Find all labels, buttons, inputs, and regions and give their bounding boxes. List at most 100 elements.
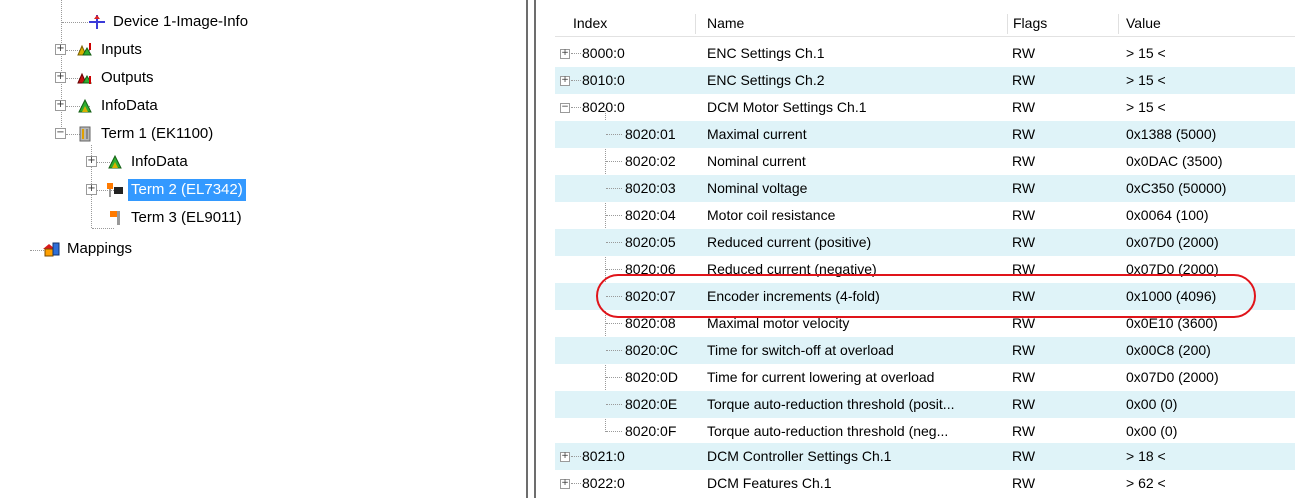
- cell-value: 0x0064 (100): [1126, 207, 1209, 223]
- cell-value: 0x07D0 (2000): [1126, 234, 1219, 250]
- column-header-flags[interactable]: Flags: [1007, 10, 1117, 36]
- collapse-icon[interactable]: −: [560, 103, 570, 113]
- outputs-icon: [76, 70, 94, 86]
- infodata-icon: [106, 154, 124, 170]
- table-row[interactable]: 8020:0D Time for current lowering at ove…: [555, 364, 1295, 391]
- tree-item-infodata[interactable]: InfoData: [76, 95, 161, 117]
- cell-flags: RW: [1012, 72, 1036, 88]
- image-info-icon: [88, 14, 106, 30]
- row-tree-connector: [606, 134, 622, 135]
- row-tree-connector: [606, 323, 622, 324]
- cell-name: DCM Controller Settings Ch.1: [707, 448, 892, 464]
- cell-index: 8020:01: [625, 126, 676, 142]
- table-row[interactable]: 8020:05 Reduced current (positive) RW 0x…: [555, 229, 1295, 256]
- cell-index: 8022:0: [582, 475, 625, 491]
- tree-item-term3[interactable]: Term 3 (EL9011): [106, 207, 245, 229]
- tree-item-image-info[interactable]: Device 1-Image-Info: [88, 11, 251, 33]
- expand-icon[interactable]: +: [55, 44, 66, 55]
- table-row[interactable]: 8020:0E Torque auto-reduction threshold …: [555, 391, 1295, 418]
- cell-flags: RW: [1012, 369, 1036, 385]
- table-row[interactable]: 8020:0C Time for switch-off at overload …: [555, 337, 1295, 364]
- cell-name: Nominal voltage: [707, 180, 808, 196]
- expand-icon[interactable]: +: [560, 479, 570, 489]
- row-tree-connector: [606, 188, 622, 189]
- table-row[interactable]: + 8022:0 DCM Features Ch.1 RW > 62 <: [555, 470, 1295, 497]
- cell-name: Reduced current (positive): [707, 234, 872, 250]
- expand-icon[interactable]: +: [560, 76, 570, 86]
- expand-icon[interactable]: +: [560, 452, 570, 462]
- cell-value: 0x07D0 (2000): [1126, 369, 1219, 385]
- expand-icon[interactable]: +: [560, 49, 570, 59]
- tree-item-outputs[interactable]: Outputs: [76, 67, 157, 89]
- tree-item-label: Term 2 (EL7342): [128, 179, 246, 202]
- table-row[interactable]: 8020:0F Torque auto-reduction threshold …: [555, 418, 1295, 445]
- column-header-index[interactable]: Index: [567, 10, 687, 36]
- cell-value: 0x00 (0): [1126, 396, 1178, 412]
- tree-item-label: InfoData: [101, 97, 158, 115]
- table-row[interactable]: + 8010:0 ENC Settings Ch.2 RW > 15 <: [555, 67, 1295, 94]
- cell-name: ENC Settings Ch.1: [707, 45, 825, 61]
- tree-item-inputs[interactable]: Inputs: [76, 39, 145, 61]
- cell-name: Time for current lowering at overload: [707, 369, 935, 385]
- tree-item-label: Mappings: [67, 240, 133, 258]
- cell-flags: RW: [1012, 448, 1036, 464]
- tree-item-term1[interactable]: Term 1 (EK1100): [76, 123, 216, 145]
- row-tree-connector: [606, 242, 622, 243]
- tree-item-term1-infodata[interactable]: InfoData: [106, 151, 191, 173]
- cell-flags: RW: [1012, 234, 1036, 250]
- expand-icon[interactable]: +: [55, 72, 66, 83]
- cell-flags: RW: [1012, 126, 1036, 142]
- device-tree: Device 1-Image-Info + Inputs + Outputs +…: [0, 0, 520, 498]
- collapse-icon[interactable]: −: [55, 128, 66, 139]
- row-tree-connector: [571, 80, 581, 81]
- splitter-line: [534, 0, 536, 498]
- cell-index: 8020:0C: [625, 342, 678, 358]
- cell-index: 8010:0: [582, 72, 625, 88]
- row-tree-connector: [571, 456, 581, 457]
- column-header-name[interactable]: Name: [701, 10, 1001, 36]
- column-header-value[interactable]: Value: [1120, 10, 1290, 36]
- cell-value: 0x1388 (5000): [1126, 126, 1217, 142]
- table-row[interactable]: 8020:01 Maximal current RW 0x1388 (5000): [555, 121, 1295, 148]
- cell-flags: RW: [1012, 153, 1036, 169]
- cell-name: Motor coil resistance: [707, 207, 836, 223]
- cell-index: 8000:0: [582, 45, 625, 61]
- table-row[interactable]: + 8000:0 ENC Settings Ch.1 RW > 15 <: [555, 40, 1295, 67]
- column-separator[interactable]: [695, 14, 696, 34]
- cell-value: > 15 <: [1126, 45, 1166, 61]
- cell-index: 8021:0: [582, 448, 625, 464]
- table-row[interactable]: 8020:04 Motor coil resistance RW 0x0064 …: [555, 202, 1295, 229]
- column-separator[interactable]: [1118, 14, 1119, 34]
- table-row[interactable]: − 8020:0 DCM Motor Settings Ch.1 RW > 15…: [555, 94, 1295, 121]
- tree-item-label: Term 3 (EL9011): [131, 209, 242, 227]
- table-row[interactable]: 8020:03 Nominal voltage RW 0xC350 (50000…: [555, 175, 1295, 202]
- cell-name: Torque auto-reduction threshold (posit..…: [707, 396, 955, 412]
- table-row[interactable]: 8020:02 Nominal current RW 0x0DAC (3500): [555, 148, 1295, 175]
- cell-index: 8020:0E: [625, 396, 678, 412]
- pane-splitter[interactable]: [524, 0, 538, 498]
- row-tree-connector: [606, 431, 622, 432]
- tree-connector: [61, 0, 62, 139]
- cell-value: 0xC350 (50000): [1126, 180, 1227, 196]
- table-header: Index Name Flags Value: [555, 10, 1295, 37]
- cell-index: 8020:0: [582, 99, 625, 115]
- cell-index: 8020:02: [625, 153, 676, 169]
- cell-index: 8020:0D: [625, 369, 678, 385]
- cell-index: 8020:03: [625, 180, 676, 196]
- cell-name: Maximal current: [707, 126, 807, 142]
- row-tree-connector: [606, 161, 622, 162]
- tree-item-mappings[interactable]: Mappings: [42, 238, 135, 260]
- cell-flags: RW: [1012, 207, 1036, 223]
- row-tree-connector: [571, 53, 581, 54]
- expand-icon[interactable]: +: [55, 100, 66, 111]
- tree-item-label: Term 1 (EK1100): [101, 125, 214, 143]
- cell-name: Torque auto-reduction threshold (neg...: [707, 423, 949, 439]
- expand-icon[interactable]: +: [86, 184, 97, 195]
- row-tree-connector: [606, 350, 622, 351]
- expand-icon[interactable]: +: [86, 156, 97, 167]
- cell-name: ENC Settings Ch.2: [707, 72, 825, 88]
- tree-item-term2[interactable]: Term 2 (EL7342): [106, 179, 246, 202]
- table-row[interactable]: + 8021:0 DCM Controller Settings Ch.1 RW…: [555, 443, 1295, 470]
- inputs-icon: [76, 42, 94, 58]
- cell-flags: RW: [1012, 475, 1036, 491]
